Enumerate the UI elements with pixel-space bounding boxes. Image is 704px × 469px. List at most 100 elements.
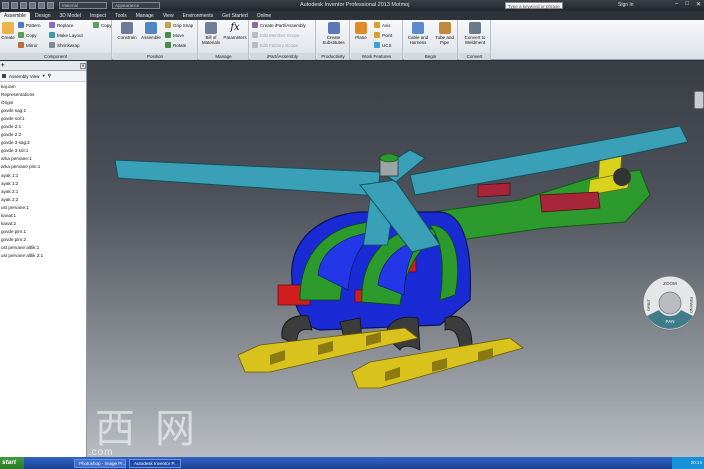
browser-tree-item[interactable]: Representations [0,91,86,99]
browser-tree-item[interactable]: ust pervane altlik:1 [0,244,86,252]
search-input[interactable]: Type a keyword or phrase [505,2,563,9]
taskbar-inventor[interactable]: Autodesk Inventor P... [129,458,181,468]
tab-inspect[interactable]: Inspect [86,12,110,20]
shrinkwrap-button[interactable]: Shrinkwrap [49,42,80,48]
replace-button[interactable]: Replace [49,22,74,28]
copy2-button[interactable]: Copy [93,22,112,28]
maximize-icon[interactable]: □ [685,1,689,8]
browser-close-icon[interactable]: ✕ [80,62,86,69]
minimize-icon[interactable]: – [675,1,678,8]
plane-icon [355,22,367,34]
point-button[interactable]: Point [374,32,392,38]
browser-tree-item[interactable]: arka pervane pim:1 [0,163,86,171]
bom-button[interactable]: Bill of Materials [200,22,222,45]
convert-weldment-button[interactable]: Convert to Weldment [460,22,490,45]
manage-panel-title[interactable]: Manage [199,53,248,60]
viewcube[interactable] [694,91,704,109]
tab-get-started[interactable]: Get Started [218,12,252,20]
browser-tree-item[interactable]: govde sag:1 [0,107,86,115]
browser-tree-item[interactable]: kanat:2 [0,220,86,228]
make-layout-button[interactable]: Make Layout [49,32,83,38]
work-features-panel-title[interactable]: Work Features [351,53,402,60]
tube-pipe-button[interactable]: Tube and Pipe [432,22,457,45]
navwheel-zoom[interactable]: ZOOM [663,281,677,286]
graphics-viewport[interactable]: ZOOM ORBIT PAN REWIND 莫西网 www.3dmox.com [87,61,704,457]
browser-tree-item[interactable]: kanat:1 [0,212,86,220]
tab-view[interactable]: View [159,12,178,20]
appearance-combo[interactable]: Appearance [112,2,160,9]
browser-tree-item[interactable]: ust pervane:1 [0,204,86,212]
plane-button[interactable]: Plane [352,22,370,40]
grip-snap-button[interactable]: Grip Snap [165,22,193,28]
navigation-wheel[interactable]: ZOOM ORBIT PAN REWIND [641,274,699,332]
taskbar-photoshop[interactable]: Photoshop - Image Pr... [74,458,126,468]
app-menu-icon[interactable] [2,2,9,9]
browser-tree-item[interactable]: arka pervane:1 [0,155,86,163]
browser-tree-item[interactable]: govde pim:2 [0,236,86,244]
create-ipart-button[interactable]: Create iPart/iAssembly [252,22,306,28]
parameters-button[interactable]: fx Parameters [223,22,247,40]
pattern-button[interactable]: Pattern [18,22,41,28]
material-combo[interactable]: Material [59,2,107,9]
open-icon[interactable] [20,2,27,9]
create-button[interactable]: Create [1,22,15,40]
browser-view-selector[interactable]: Assembly View [9,74,39,79]
tab-manage[interactable]: Manage [132,12,158,20]
ucs-button[interactable]: UCS [374,42,392,48]
undo-icon[interactable] [38,2,45,9]
browser-tree-item[interactable]: ayak 1:2 [0,180,86,188]
rotate-button[interactable]: Rotate [165,42,186,48]
save-icon[interactable] [29,2,36,9]
assemble-button[interactable]: Assemble [140,22,162,40]
position-panel-title[interactable]: Position [113,53,197,60]
ribbon: Create Pattern Copy Mirror Replace Make … [0,20,704,60]
edit-factory-scope-button[interactable]: Edit Factory Scope [252,42,298,48]
new-icon[interactable] [11,2,18,9]
navwheel-rewind[interactable]: REWIND [689,297,694,313]
constrain-button[interactable]: Constrain [116,22,138,40]
tab-assemble[interactable]: Assemble [0,12,30,20]
move-button[interactable]: Move [165,32,184,38]
browser-tree-item[interactable]: govde pim:1 [0,228,86,236]
browser-tree-item[interactable]: govde 3 sag:2 [0,139,86,147]
axis-button[interactable]: Axis [374,22,391,28]
mirror-button[interactable]: Mirror [18,42,38,48]
begin-panel-title[interactable]: Begin [404,53,457,60]
add-tab-icon[interactable]: + [1,63,5,69]
productivity-panel-title[interactable]: Productivity [317,53,349,60]
assemble-icon [145,22,157,34]
edit-member-scope-button[interactable]: Edit Member Scope [252,32,300,38]
create-substitutes-button[interactable]: Create Substitutes [318,22,349,45]
navwheel-pan[interactable]: PAN [666,319,675,324]
find-icon[interactable]: ⚲ [48,73,51,79]
ipart-panel-title[interactable]: iPart/iAssembly [250,53,315,60]
navwheel-orbit[interactable]: ORBIT [646,298,651,311]
tab-environments[interactable]: Environments [179,12,218,20]
filter-icon[interactable] [2,74,6,78]
component-panel-title[interactable]: Component [0,53,111,60]
convert-panel-title[interactable]: Convert [459,53,490,60]
close-icon[interactable]: ✕ [696,1,701,8]
sign-in-link[interactable]: Sign In [618,2,634,8]
browser-tree-item[interactable]: govde 2:2 [0,131,86,139]
redo-icon[interactable] [47,2,54,9]
tab-tools[interactable]: Tools [111,12,131,20]
productivity-panel: Create Substitutes Productivity [317,20,350,60]
dropdown-icon[interactable]: ▾ [42,73,44,79]
start-button[interactable]: start [0,457,24,469]
tab-online[interactable]: Online [253,12,275,20]
browser-tree-item[interactable]: ayak 1:1 [0,172,86,180]
browser-tree-item[interactable]: govde 3 sol:1 [0,147,86,155]
copy-button[interactable]: Copy [18,32,37,38]
browser-tree-item[interactable]: Origin [0,99,86,107]
tab-design[interactable]: Design [31,12,55,20]
browser-tree-item[interactable]: ayak 2:1 [0,188,86,196]
browser-tree-item[interactable]: govde 2:1 [0,123,86,131]
cable-harness-button[interactable]: Cable and Harness [405,22,431,45]
system-tray-clock[interactable]: 20:14 [672,457,704,469]
browser-tree-item[interactable]: ayak 2:2 [0,196,86,204]
browser-tree-item[interactable]: kaj.iam [0,83,86,91]
browser-tree-item[interactable]: govde sol:1 [0,115,86,123]
tab-3d-model[interactable]: 3D Model [56,12,85,20]
browser-tree-item[interactable]: ust pervane altlik 2:1 [0,252,86,260]
